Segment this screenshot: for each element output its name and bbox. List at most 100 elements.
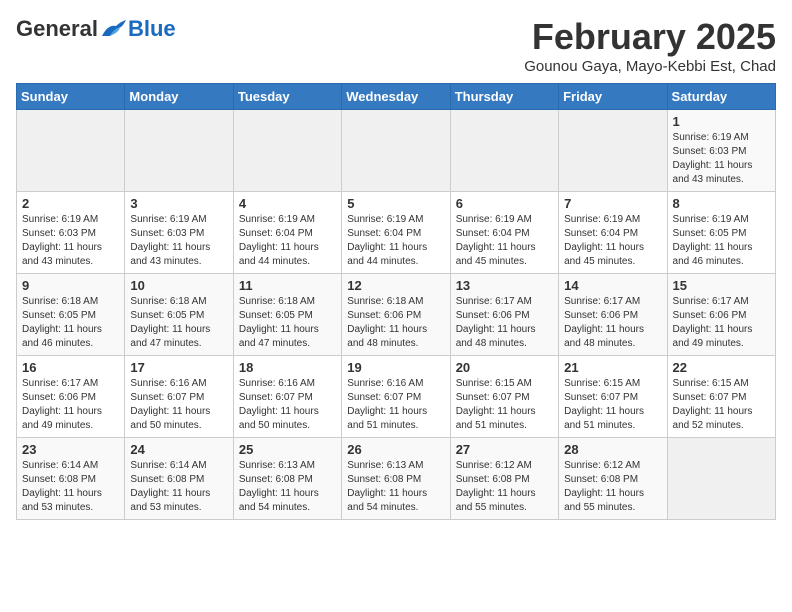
calendar-cell: 22Sunrise: 6:15 AM Sunset: 6:07 PM Dayli… [667,356,775,438]
day-number: 8 [673,196,770,211]
day-info: Sunrise: 6:18 AM Sunset: 6:05 PM Dayligh… [22,295,119,351]
calendar-table: SundayMondayTuesdayWednesdayThursdayFrid… [16,83,776,520]
logo-bird-icon [100,18,128,40]
location-title: Gounou Gaya, Mayo-Kebbi Est, Chad [524,58,776,75]
calendar-cell [667,438,775,520]
logo-general-text: General [16,16,98,42]
day-info: Sunrise: 6:16 AM Sunset: 6:07 PM Dayligh… [347,377,444,433]
day-number: 28 [564,442,661,457]
page-header: General Blue February 2025 Gounou Gaya, … [16,16,776,75]
day-info: Sunrise: 6:19 AM Sunset: 6:04 PM Dayligh… [347,213,444,269]
day-number: 17 [130,360,227,375]
weekday-header-sunday: Sunday [17,84,125,110]
calendar-cell [342,110,450,192]
calendar-week-row: 23Sunrise: 6:14 AM Sunset: 6:08 PM Dayli… [17,438,776,520]
day-info: Sunrise: 6:16 AM Sunset: 6:07 PM Dayligh… [130,377,227,433]
day-info: Sunrise: 6:19 AM Sunset: 6:05 PM Dayligh… [673,213,770,269]
day-info: Sunrise: 6:16 AM Sunset: 6:07 PM Dayligh… [239,377,336,433]
day-info: Sunrise: 6:17 AM Sunset: 6:06 PM Dayligh… [673,295,770,351]
day-number: 12 [347,278,444,293]
calendar-cell: 3 Sunrise: 6:19 AM Sunset: 6:03 PM Daylig… [125,192,233,274]
day-number: 5 [347,196,444,211]
calendar-cell: 5 Sunrise: 6:19 AM Sunset: 6:04 PM Daylig… [342,192,450,274]
calendar-cell: 17 Sunrise: 6:16 AM Sunset: 6:07 PM Dayli… [125,356,233,438]
day-number: 19 [347,360,444,375]
calendar-cell: 1Sunrise: 6:19 AM Sunset: 6:03 PM Daylig… [667,110,775,192]
day-info: Sunrise: 6:18 AM Sunset: 6:06 PM Dayligh… [347,295,444,351]
logo: General Blue [16,16,176,42]
calendar-week-row: 1Sunrise: 6:19 AM Sunset: 6:03 PM Daylig… [17,110,776,192]
day-number: 13 [456,278,553,293]
day-number: 20 [456,360,553,375]
day-info: Sunrise: 6:15 AM Sunset: 6:07 PM Dayligh… [673,377,770,433]
day-info: Sunrise: 6:15 AM Sunset: 6:07 PM Dayligh… [456,377,553,433]
day-info: Sunrise: 6:18 AM Sunset: 6:05 PM Dayligh… [130,295,227,351]
calendar-cell: 10 Sunrise: 6:18 AM Sunset: 6:05 PM Dayli… [125,274,233,356]
day-number: 21 [564,360,661,375]
calendar-cell: 9 Sunrise: 6:18 AM Sunset: 6:05 PM Daylig… [17,274,125,356]
calendar-cell: 11 Sunrise: 6:18 AM Sunset: 6:05 PM Dayli… [233,274,341,356]
calendar-cell [559,110,667,192]
day-info: Sunrise: 6:19 AM Sunset: 6:03 PM Dayligh… [130,213,227,269]
day-info: Sunrise: 6:12 AM Sunset: 6:08 PM Dayligh… [456,459,553,515]
calendar-cell: 16 Sunrise: 6:17 AM Sunset: 6:06 PM Dayli… [17,356,125,438]
month-title: February 2025 [524,16,776,58]
day-info: Sunrise: 6:19 AM Sunset: 6:03 PM Dayligh… [22,213,119,269]
day-info: Sunrise: 6:15 AM Sunset: 6:07 PM Dayligh… [564,377,661,433]
day-number: 26 [347,442,444,457]
calendar-cell: 2 Sunrise: 6:19 AM Sunset: 6:03 PM Daylig… [17,192,125,274]
day-number: 24 [130,442,227,457]
calendar-cell: 14Sunrise: 6:17 AM Sunset: 6:06 PM Dayli… [559,274,667,356]
day-number: 25 [239,442,336,457]
calendar-week-row: 9 Sunrise: 6:18 AM Sunset: 6:05 PM Daylig… [17,274,776,356]
calendar-cell: 27 Sunrise: 6:12 AM Sunset: 6:08 PM Dayli… [450,438,558,520]
day-info: Sunrise: 6:17 AM Sunset: 6:06 PM Dayligh… [456,295,553,351]
calendar-cell: 8 Sunrise: 6:19 AM Sunset: 6:05 PM Daylig… [667,192,775,274]
day-number: 6 [456,196,553,211]
day-info: Sunrise: 6:13 AM Sunset: 6:08 PM Dayligh… [239,459,336,515]
day-number: 1 [673,114,770,129]
calendar-cell: 20 Sunrise: 6:15 AM Sunset: 6:07 PM Dayli… [450,356,558,438]
day-number: 2 [22,196,119,211]
weekday-header-row: SundayMondayTuesdayWednesdayThursdayFrid… [17,84,776,110]
day-info: Sunrise: 6:13 AM Sunset: 6:08 PM Dayligh… [347,459,444,515]
day-number: 16 [22,360,119,375]
day-number: 18 [239,360,336,375]
day-info: Sunrise: 6:19 AM Sunset: 6:04 PM Dayligh… [239,213,336,269]
day-number: 7 [564,196,661,211]
day-number: 27 [456,442,553,457]
calendar-cell: 18 Sunrise: 6:16 AM Sunset: 6:07 PM Dayli… [233,356,341,438]
calendar-cell: 26 Sunrise: 6:13 AM Sunset: 6:08 PM Dayli… [342,438,450,520]
day-number: 4 [239,196,336,211]
calendar-cell [450,110,558,192]
day-info: Sunrise: 6:19 AM Sunset: 6:04 PM Dayligh… [564,213,661,269]
calendar-cell: 19 Sunrise: 6:16 AM Sunset: 6:07 PM Dayli… [342,356,450,438]
calendar-cell: 21 Sunrise: 6:15 AM Sunset: 6:07 PM Dayli… [559,356,667,438]
day-number: 15 [673,278,770,293]
calendar-cell: 4 Sunrise: 6:19 AM Sunset: 6:04 PM Daylig… [233,192,341,274]
day-info: Sunrise: 6:17 AM Sunset: 6:06 PM Dayligh… [564,295,661,351]
day-number: 11 [239,278,336,293]
calendar-cell [233,110,341,192]
weekday-header-wednesday: Wednesday [342,84,450,110]
day-info: Sunrise: 6:18 AM Sunset: 6:05 PM Dayligh… [239,295,336,351]
calendar-cell: 7 Sunrise: 6:19 AM Sunset: 6:04 PM Daylig… [559,192,667,274]
title-block: February 2025 Gounou Gaya, Mayo-Kebbi Es… [524,16,776,75]
day-info: Sunrise: 6:19 AM Sunset: 6:04 PM Dayligh… [456,213,553,269]
calendar-cell: 12 Sunrise: 6:18 AM Sunset: 6:06 PM Dayli… [342,274,450,356]
calendar-cell: 24 Sunrise: 6:14 AM Sunset: 6:08 PM Dayli… [125,438,233,520]
day-info: Sunrise: 6:14 AM Sunset: 6:08 PM Dayligh… [130,459,227,515]
weekday-header-monday: Monday [125,84,233,110]
weekday-header-friday: Friday [559,84,667,110]
calendar-cell [125,110,233,192]
day-number: 3 [130,196,227,211]
calendar-week-row: 2 Sunrise: 6:19 AM Sunset: 6:03 PM Daylig… [17,192,776,274]
weekday-header-thursday: Thursday [450,84,558,110]
day-number: 9 [22,278,119,293]
day-number: 10 [130,278,227,293]
weekday-header-saturday: Saturday [667,84,775,110]
day-info: Sunrise: 6:17 AM Sunset: 6:06 PM Dayligh… [22,377,119,433]
calendar-week-row: 16 Sunrise: 6:17 AM Sunset: 6:06 PM Dayli… [17,356,776,438]
weekday-header-tuesday: Tuesday [233,84,341,110]
calendar-cell: 25 Sunrise: 6:13 AM Sunset: 6:08 PM Dayli… [233,438,341,520]
